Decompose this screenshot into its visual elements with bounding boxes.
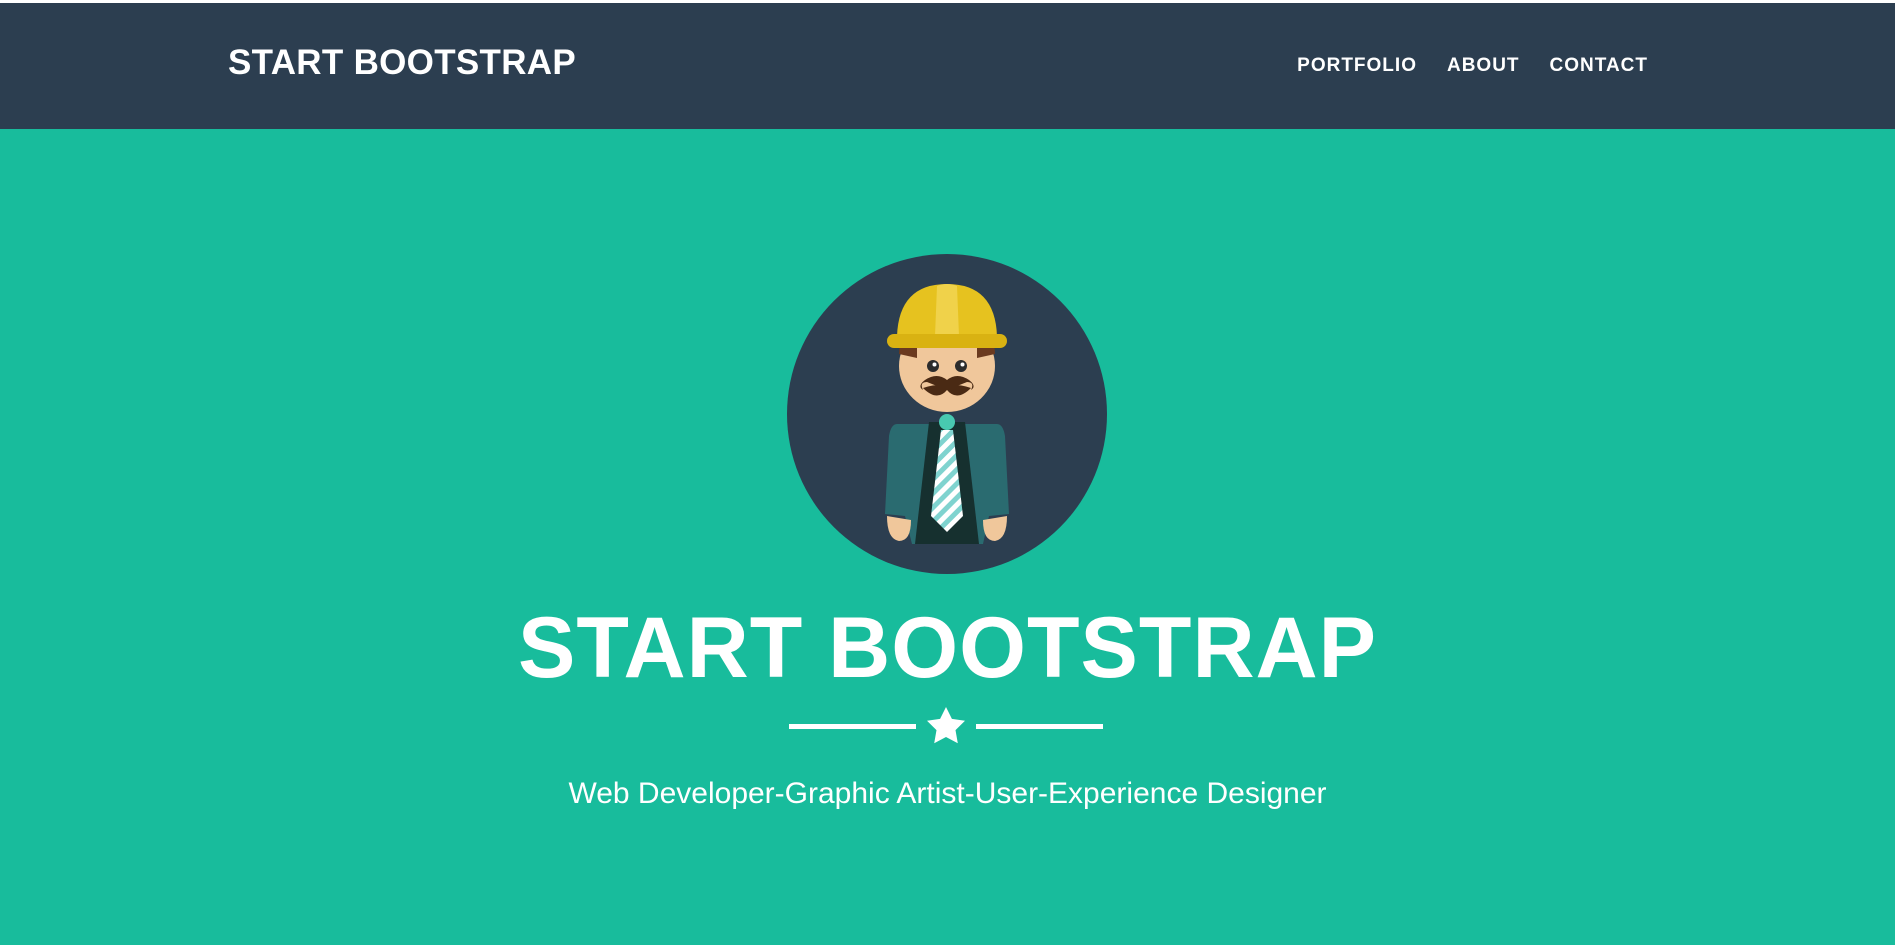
profile-avatar-icon: [787, 254, 1107, 574]
navbar: START BOOTSTRAP PORTFOLIO ABOUT CONTACT: [0, 3, 1895, 129]
nav-link-contact[interactable]: CONTACT: [1550, 55, 1648, 77]
hero-subtitle: Web Developer-Graphic Artist-User-Experi…: [568, 777, 1327, 810]
star-icon: [927, 707, 965, 744]
hero-section: START BOOTSTRAP Web Developer-Graphic Ar…: [0, 129, 1895, 945]
hero-title: START BOOTSTRAP: [517, 600, 1378, 696]
divider-line-left: [789, 724, 916, 729]
nav-menu: PORTFOLIO ABOUT CONTACT: [1297, 55, 1648, 77]
star-divider: [789, 707, 1103, 744]
nav-link-portfolio[interactable]: PORTFOLIO: [1297, 55, 1417, 77]
brand-link[interactable]: START BOOTSTRAP: [228, 43, 576, 83]
divider-line-right: [976, 724, 1103, 729]
nav-link-about[interactable]: ABOUT: [1447, 55, 1520, 77]
